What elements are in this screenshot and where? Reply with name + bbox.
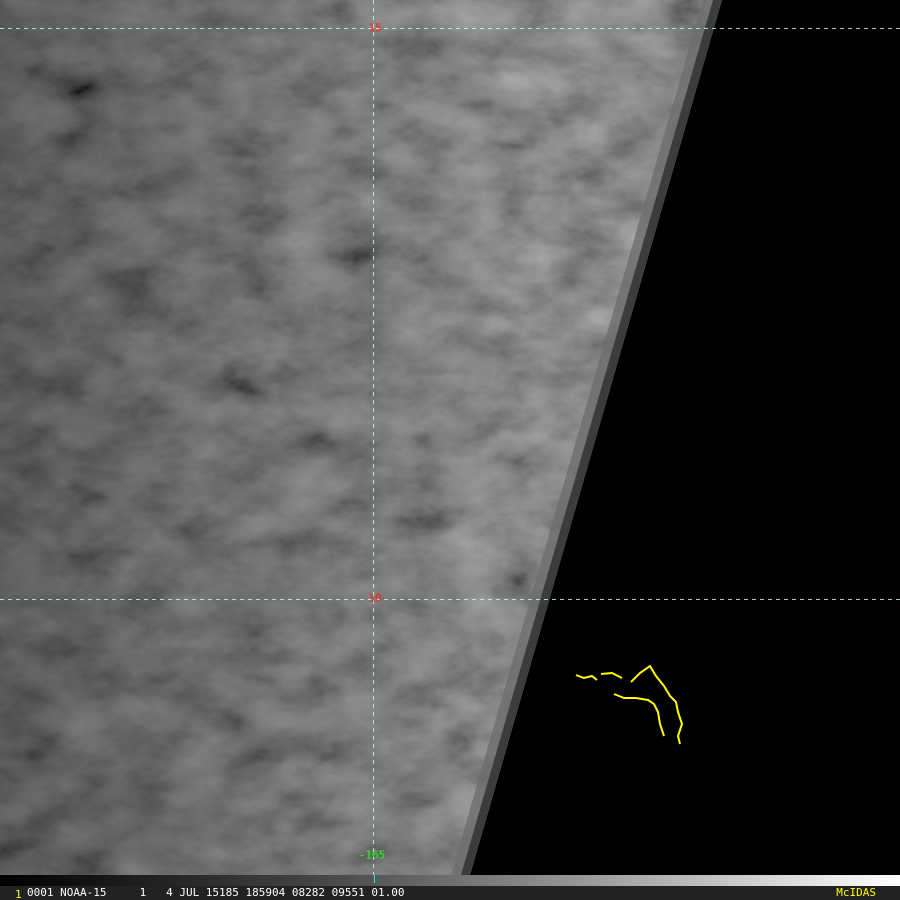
frame-number: 1: [15, 888, 22, 900]
swath-data: [0, 0, 722, 875]
satellite-image-viewer[interactable]: 15 10 -165 1 0001 NOAA-15 1 4 JUL 15185 …: [0, 0, 900, 900]
latitude-label-10: 10: [368, 591, 382, 605]
grayscale-color-bar: [0, 875, 900, 886]
mcidas-brand: McIDAS: [836, 886, 876, 899]
longitude-label-165w: -165: [358, 848, 386, 862]
satellite-image: [0, 0, 900, 875]
latitude-label-15: 15: [368, 21, 382, 35]
color-bar-cursor: [374, 875, 375, 883]
coastline-island: [575, 664, 684, 745]
image-info: 0001 NOAA-15 1 4 JUL 15185 185904 08282 …: [27, 886, 405, 899]
status-bar: 1 0001 NOAA-15 1 4 JUL 15185 185904 0828…: [0, 886, 900, 900]
